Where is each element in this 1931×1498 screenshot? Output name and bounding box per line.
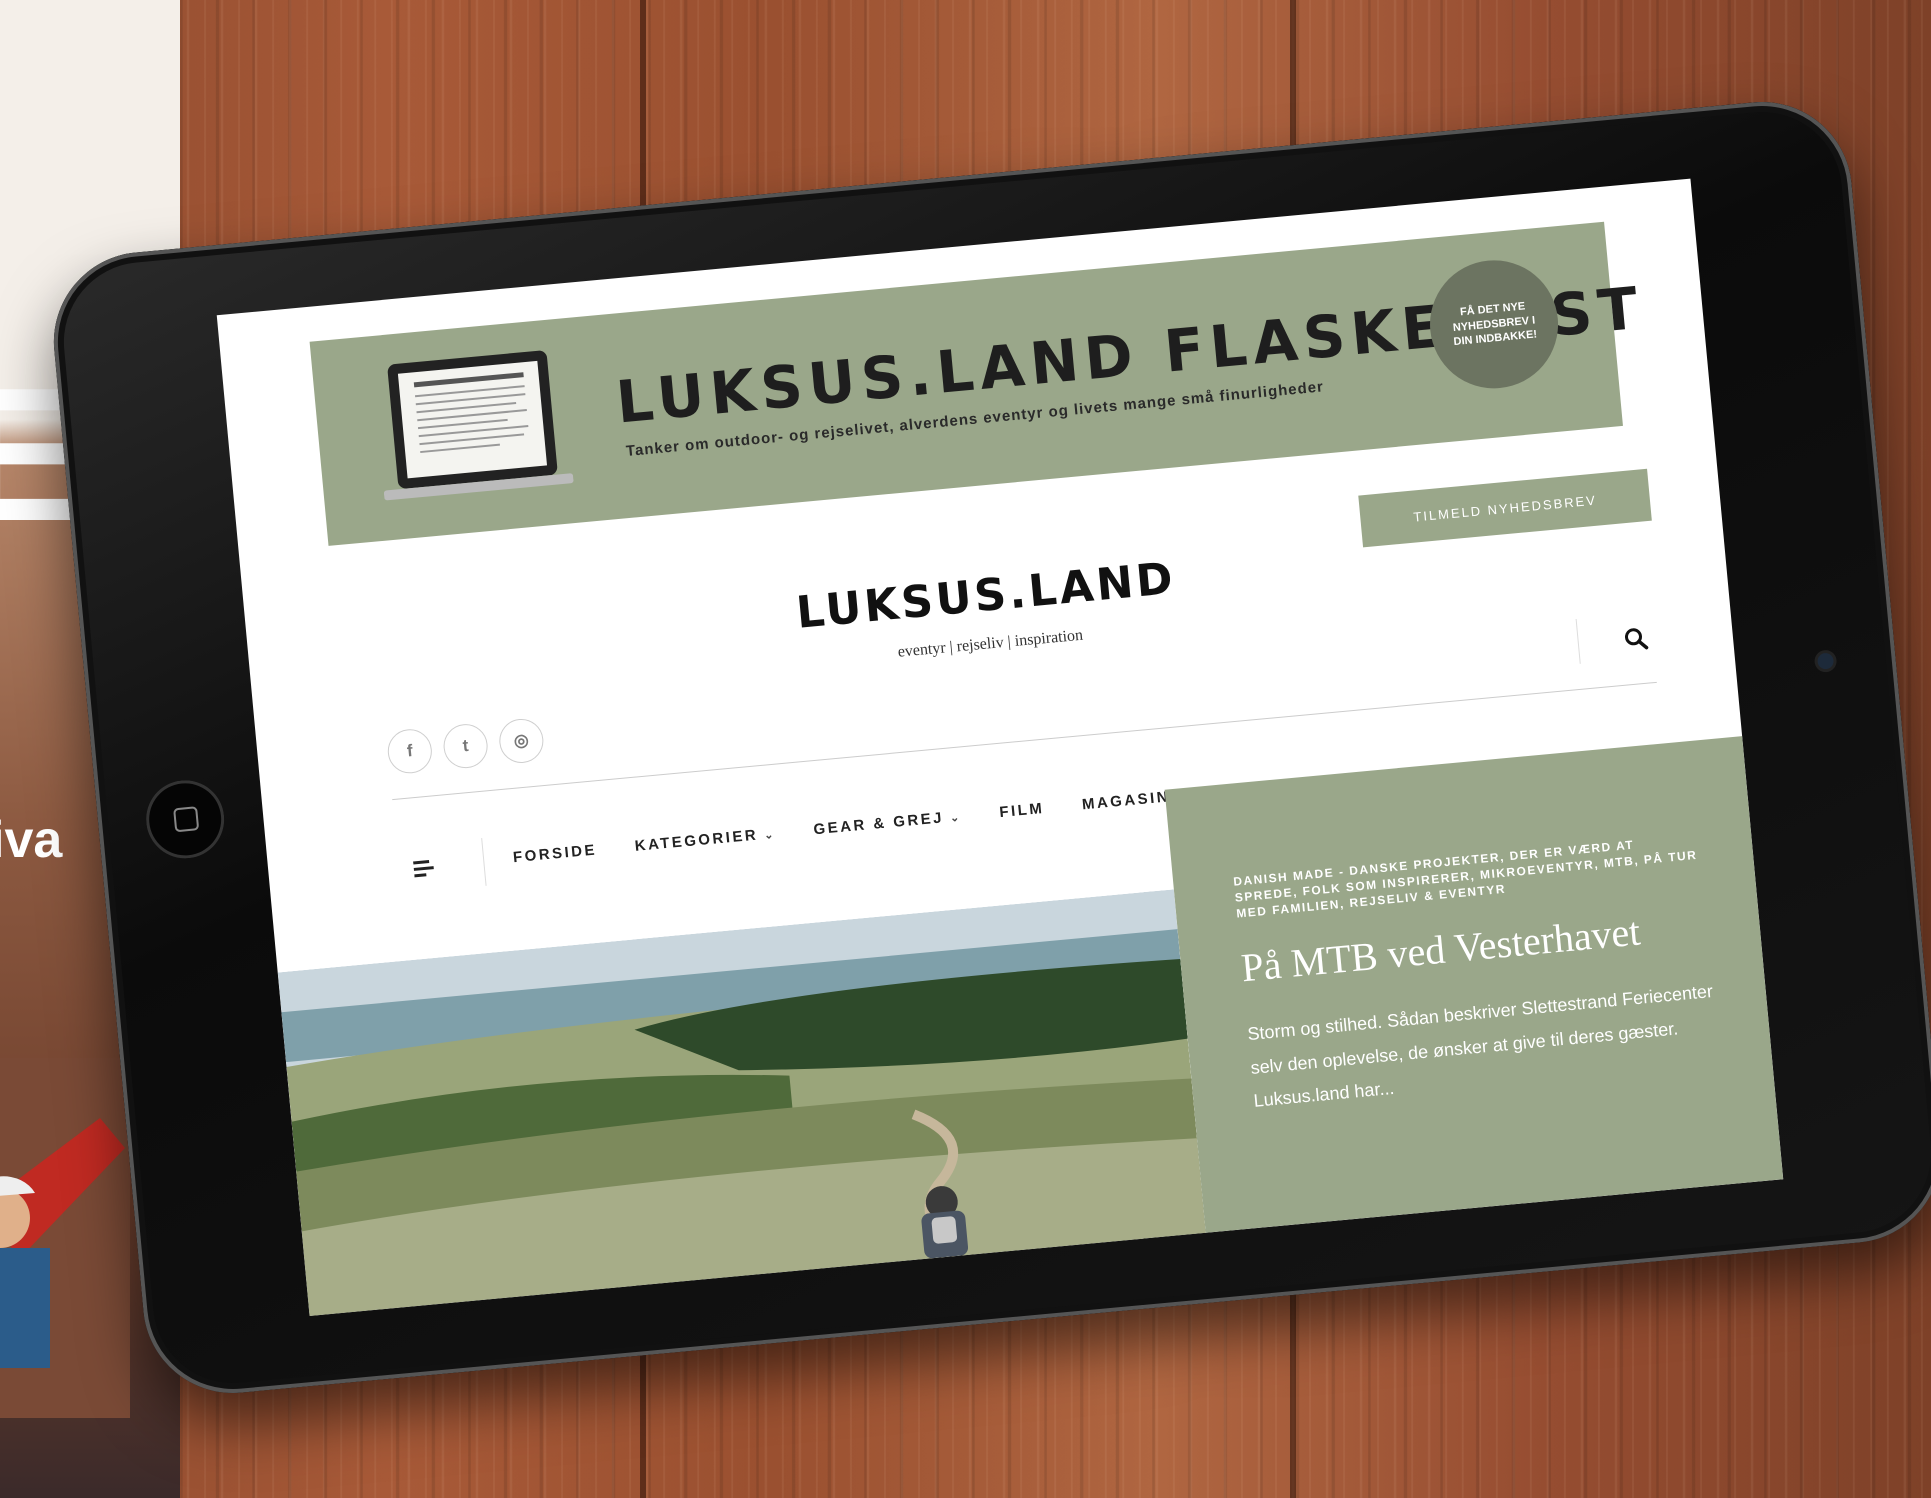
home-button[interactable]: [142, 776, 228, 862]
website-screen: LUKSUS.LAND FLASKEPOST Tanker om outdoor…: [216, 178, 1784, 1316]
feature-image[interactable]: [277, 889, 1206, 1316]
camera-icon: [1816, 652, 1835, 670]
featured-article-panel[interactable]: DANISH MADE - DANSKE PROJEKTER, DER ER V…: [1164, 736, 1784, 1233]
nav-item-gear-og-grej[interactable]: GEAR & GREJ ⌄: [812, 808, 963, 839]
nav-separator: [481, 837, 487, 886]
newsletter-badge[interactable]: FÅ DET NYE NYHEDSBREV I DIN INDBAKKE!: [1424, 254, 1564, 394]
chevron-down-icon: ⌄: [949, 811, 963, 825]
coastal-landscape-photo: [277, 889, 1206, 1316]
search-divider: [1575, 618, 1581, 664]
facebook-icon[interactable]: f: [385, 727, 434, 776]
nav-item-label: KATEGORIER: [633, 826, 759, 855]
hamburger-menu-icon[interactable]: [413, 857, 437, 879]
magazine-subtext: iva: [0, 811, 63, 869]
chevron-down-icon: ⌄: [763, 828, 777, 842]
instagram-icon[interactable]: ◎: [497, 717, 546, 765]
twitter-icon[interactable]: t: [441, 722, 490, 771]
nav-item-label: GEAR & GREJ: [812, 809, 945, 839]
search-icon[interactable]: [1622, 624, 1650, 652]
nav-item-label: FORSIDE: [512, 841, 598, 867]
article-excerpt: Storm og stilhed. Sådan beskriver Slette…: [1246, 981, 1714, 1111]
article-title[interactable]: På MTB ved Vesterhavet: [1239, 903, 1711, 991]
nav-item-forside[interactable]: FORSIDE: [512, 841, 597, 866]
laptop-icon: [383, 350, 574, 501]
nav-item-kategorier[interactable]: KATEGORIER ⌄: [634, 825, 777, 855]
ipad-device: LUKSUS.LAND FLASKEPOST Tanker om outdoor…: [45, 94, 1931, 1401]
nav-item-film[interactable]: FILM: [999, 800, 1045, 821]
climber-photo: [0, 1058, 130, 1418]
social-links: f t ◎: [385, 717, 546, 776]
nav-item-label: FILM: [998, 799, 1046, 822]
